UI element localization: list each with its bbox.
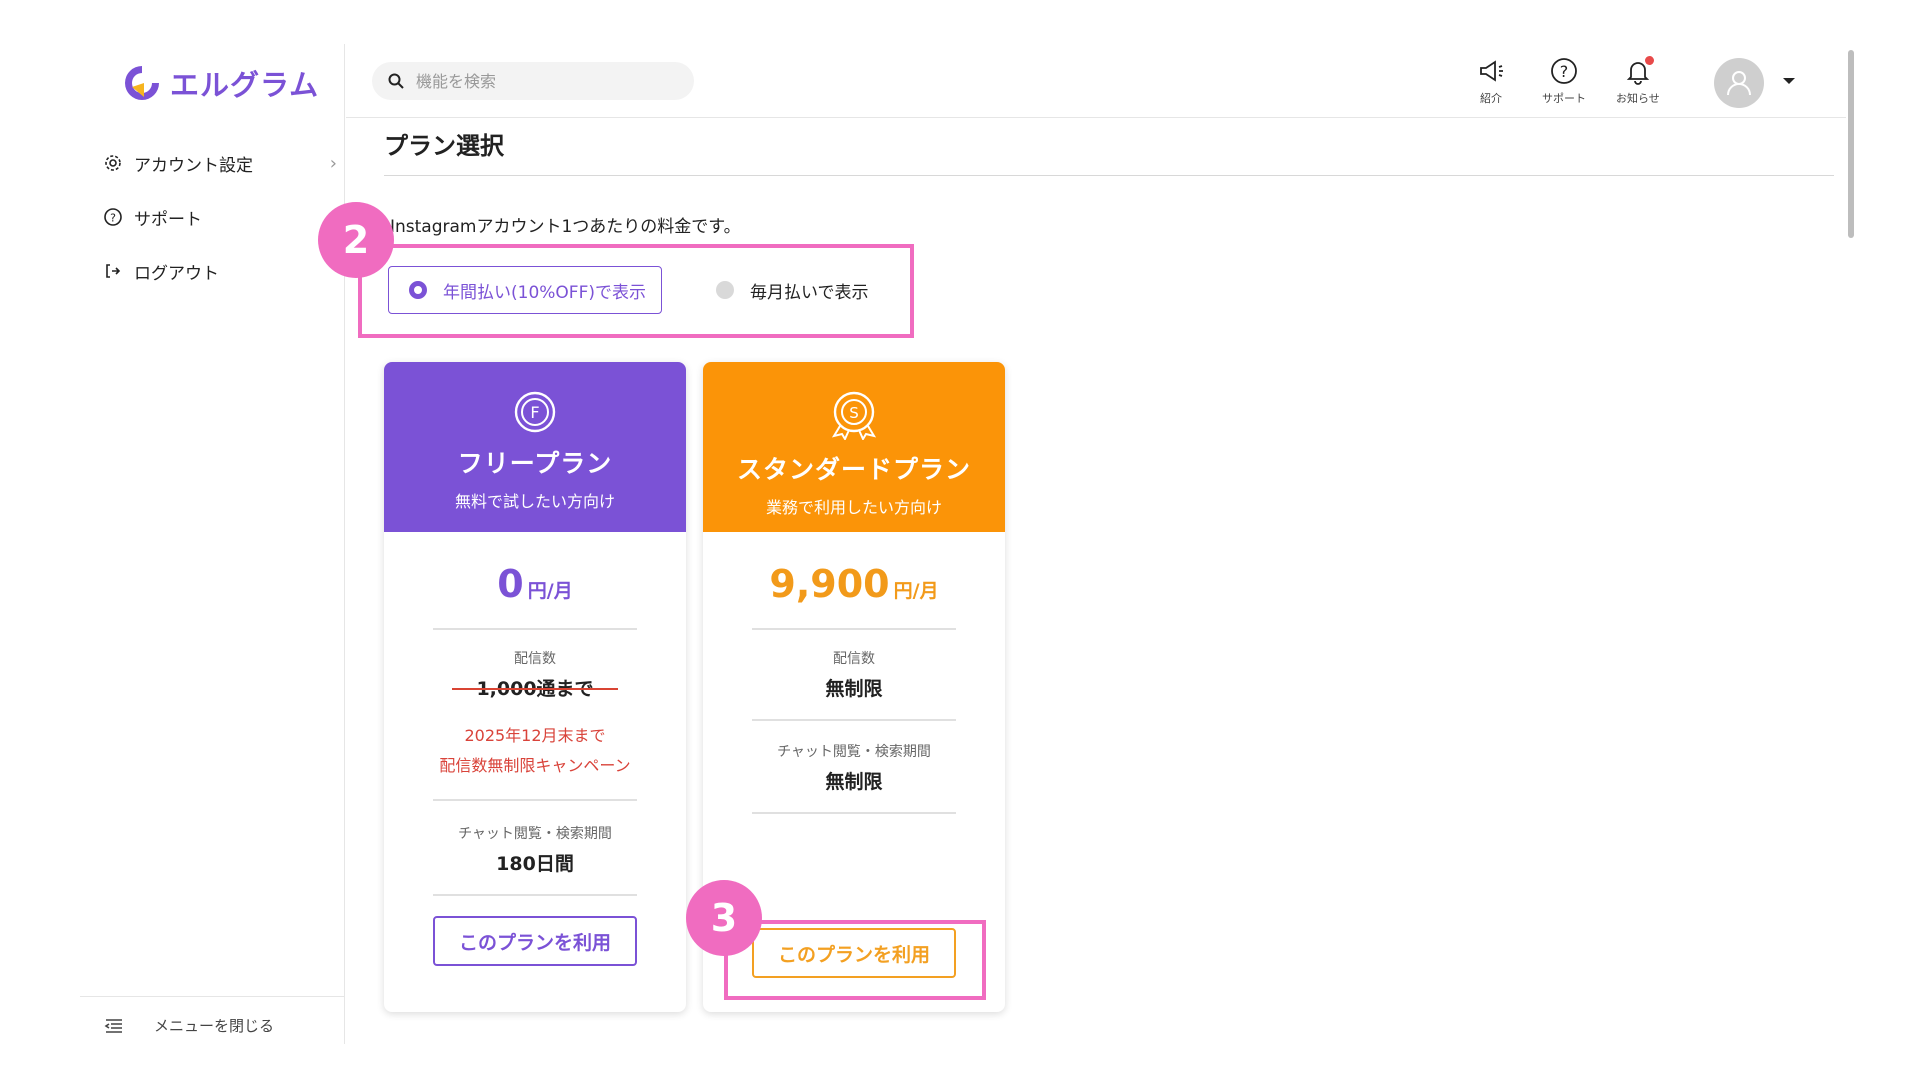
- standard-plan-icon-letter: S: [849, 404, 859, 422]
- header-button-label: お知らせ: [1616, 92, 1660, 105]
- sidebar-item-label: アカウント設定: [134, 155, 253, 176]
- sidebar-item-label: ログアウト: [134, 263, 219, 284]
- chat-period-section: チャット閲覧・検索期間 無制限: [703, 741, 1005, 794]
- plan-card-free: F フリープラン 無料で試したい方向け 0 円/月 配信数 1,000通まで 2…: [384, 362, 686, 1012]
- scrollbar[interactable]: [1848, 50, 1854, 238]
- plan-name: スタンダードプラン: [736, 455, 971, 484]
- close-menu-button[interactable]: メニューを閉じる: [80, 996, 345, 1036]
- sidebar-item-label: サポート: [134, 209, 202, 230]
- chat-period-value: 180日間: [496, 853, 574, 875]
- logout-icon: [102, 260, 124, 282]
- divider: [433, 894, 637, 896]
- plan-card-header: F フリープラン 無料で試したい方向け: [384, 362, 686, 532]
- sidebar-item-support[interactable]: ? サポート ›: [102, 190, 337, 244]
- divider: [384, 175, 1834, 176]
- monthly-billing-option[interactable]: 毎月払いで表示: [716, 266, 869, 314]
- header-button-referral[interactable]: 紹介: [1476, 56, 1506, 106]
- search-icon: [388, 73, 404, 89]
- price-amount: 0: [497, 562, 524, 606]
- chat-period-label: チャット閲覧・検索期間: [777, 744, 931, 760]
- chat-period-section: チャット閲覧・検索期間 180日間: [384, 823, 686, 876]
- menu-collapse-icon: [104, 1018, 122, 1033]
- radio-selected[interactable]: [409, 281, 427, 299]
- chat-period-value: 無制限: [825, 771, 883, 793]
- delivery-value: 1,000通まで: [384, 674, 686, 701]
- delivery-section: 配信数 1,000通まで: [384, 648, 686, 701]
- delivery-section: 配信数 無制限: [703, 648, 1005, 701]
- user-icon: [1727, 71, 1751, 96]
- sidebar-item-account-settings[interactable]: アカウント設定 ›: [102, 136, 337, 190]
- free-plan-icon-letter: F: [530, 403, 539, 422]
- logo-mark-icon: [125, 66, 159, 100]
- delivery-label: 配信数: [833, 651, 875, 667]
- plan-tagline: 業務で利用したい方向け: [765, 498, 942, 517]
- delivery-value: 無制限: [825, 678, 883, 700]
- svg-text:?: ?: [1560, 62, 1569, 81]
- close-menu-label: メニューを閉じる: [154, 1017, 275, 1035]
- free-plan-icon: F: [514, 391, 556, 433]
- top-header: 紹介 ? サポート お知らせ: [346, 44, 1846, 118]
- sidebar-menu: アカウント設定 › ? サポート › ログアウト: [102, 136, 337, 298]
- delivery-label: 配信数: [514, 651, 556, 667]
- divider: [752, 812, 956, 814]
- plan-name: フリープラン: [457, 449, 613, 478]
- pricing-note: Instagramアカウント1つあたりの料金です。: [390, 217, 741, 237]
- divider: [752, 719, 956, 721]
- question-circle-icon: ?: [102, 206, 124, 228]
- chevron-right-icon: ›: [329, 152, 337, 174]
- divider: [433, 799, 637, 801]
- header-button-notifications[interactable]: お知らせ: [1616, 56, 1660, 106]
- question-circle-icon: ?: [1551, 58, 1577, 84]
- price-unit: 円/月: [527, 580, 573, 602]
- megaphone-icon: [1480, 60, 1503, 82]
- standard-button-highlight: [724, 920, 986, 1000]
- campaign-line: 2025年12月末まで: [464, 726, 606, 745]
- plan-tagline: 無料で試したい方向け: [454, 492, 615, 511]
- step-badge: 2: [318, 202, 394, 278]
- divider: [752, 628, 956, 630]
- user-avatar[interactable]: [1714, 58, 1764, 108]
- monthly-billing-label: 毎月払いで表示: [750, 282, 869, 303]
- chat-period-label: チャット閲覧・検索期間: [458, 826, 612, 842]
- struck-delivery-limit: 1,000通まで: [452, 674, 618, 701]
- header-button-label: 紹介: [1480, 92, 1502, 105]
- price-unit: 円/月: [893, 580, 939, 602]
- annual-billing-label: 年間払い(10%OFF)で表示: [443, 282, 646, 303]
- standard-plan-medal-icon: S: [831, 391, 877, 440]
- sidebar-item-logout[interactable]: ログアウト: [102, 244, 337, 298]
- plan-price: 0 円/月: [384, 562, 686, 606]
- gear-icon: [102, 152, 124, 174]
- annual-billing-option[interactable]: 年間払い(10%OFF)で表示: [388, 266, 662, 314]
- page-title: プラン選択: [384, 132, 504, 160]
- price-amount: 9,900: [769, 562, 890, 606]
- strikethrough-line: [452, 687, 618, 690]
- caret-down-icon[interactable]: [1782, 76, 1796, 86]
- radio-unselected[interactable]: [716, 281, 734, 299]
- header-button-support[interactable]: ? サポート: [1542, 56, 1586, 106]
- header-button-label: サポート: [1542, 92, 1586, 105]
- notification-dot: [1644, 56, 1654, 65]
- svg-text:?: ?: [110, 212, 116, 225]
- step-badge: 3: [686, 880, 762, 956]
- campaign-notice: 2025年12月末まで 配信数無制限キャンペーン: [384, 721, 686, 781]
- plan-card-header: S スタンダードプラン 業務で利用したい方向け: [703, 362, 1005, 532]
- plan-price: 9,900 円/月: [703, 562, 1005, 606]
- search-input[interactable]: [416, 71, 666, 91]
- app-logo[interactable]: エルグラム: [122, 62, 319, 104]
- use-free-plan-button[interactable]: このプランを利用: [433, 916, 637, 966]
- sidebar: エルグラム アカウント設定 › ? サポート › ログアウト メニューを閉じる: [80, 44, 345, 1044]
- divider: [433, 628, 637, 630]
- logo-text: エルグラム: [170, 68, 320, 102]
- campaign-line: 配信数無制限キャンペーン: [439, 756, 631, 775]
- search-bar[interactable]: [372, 62, 694, 100]
